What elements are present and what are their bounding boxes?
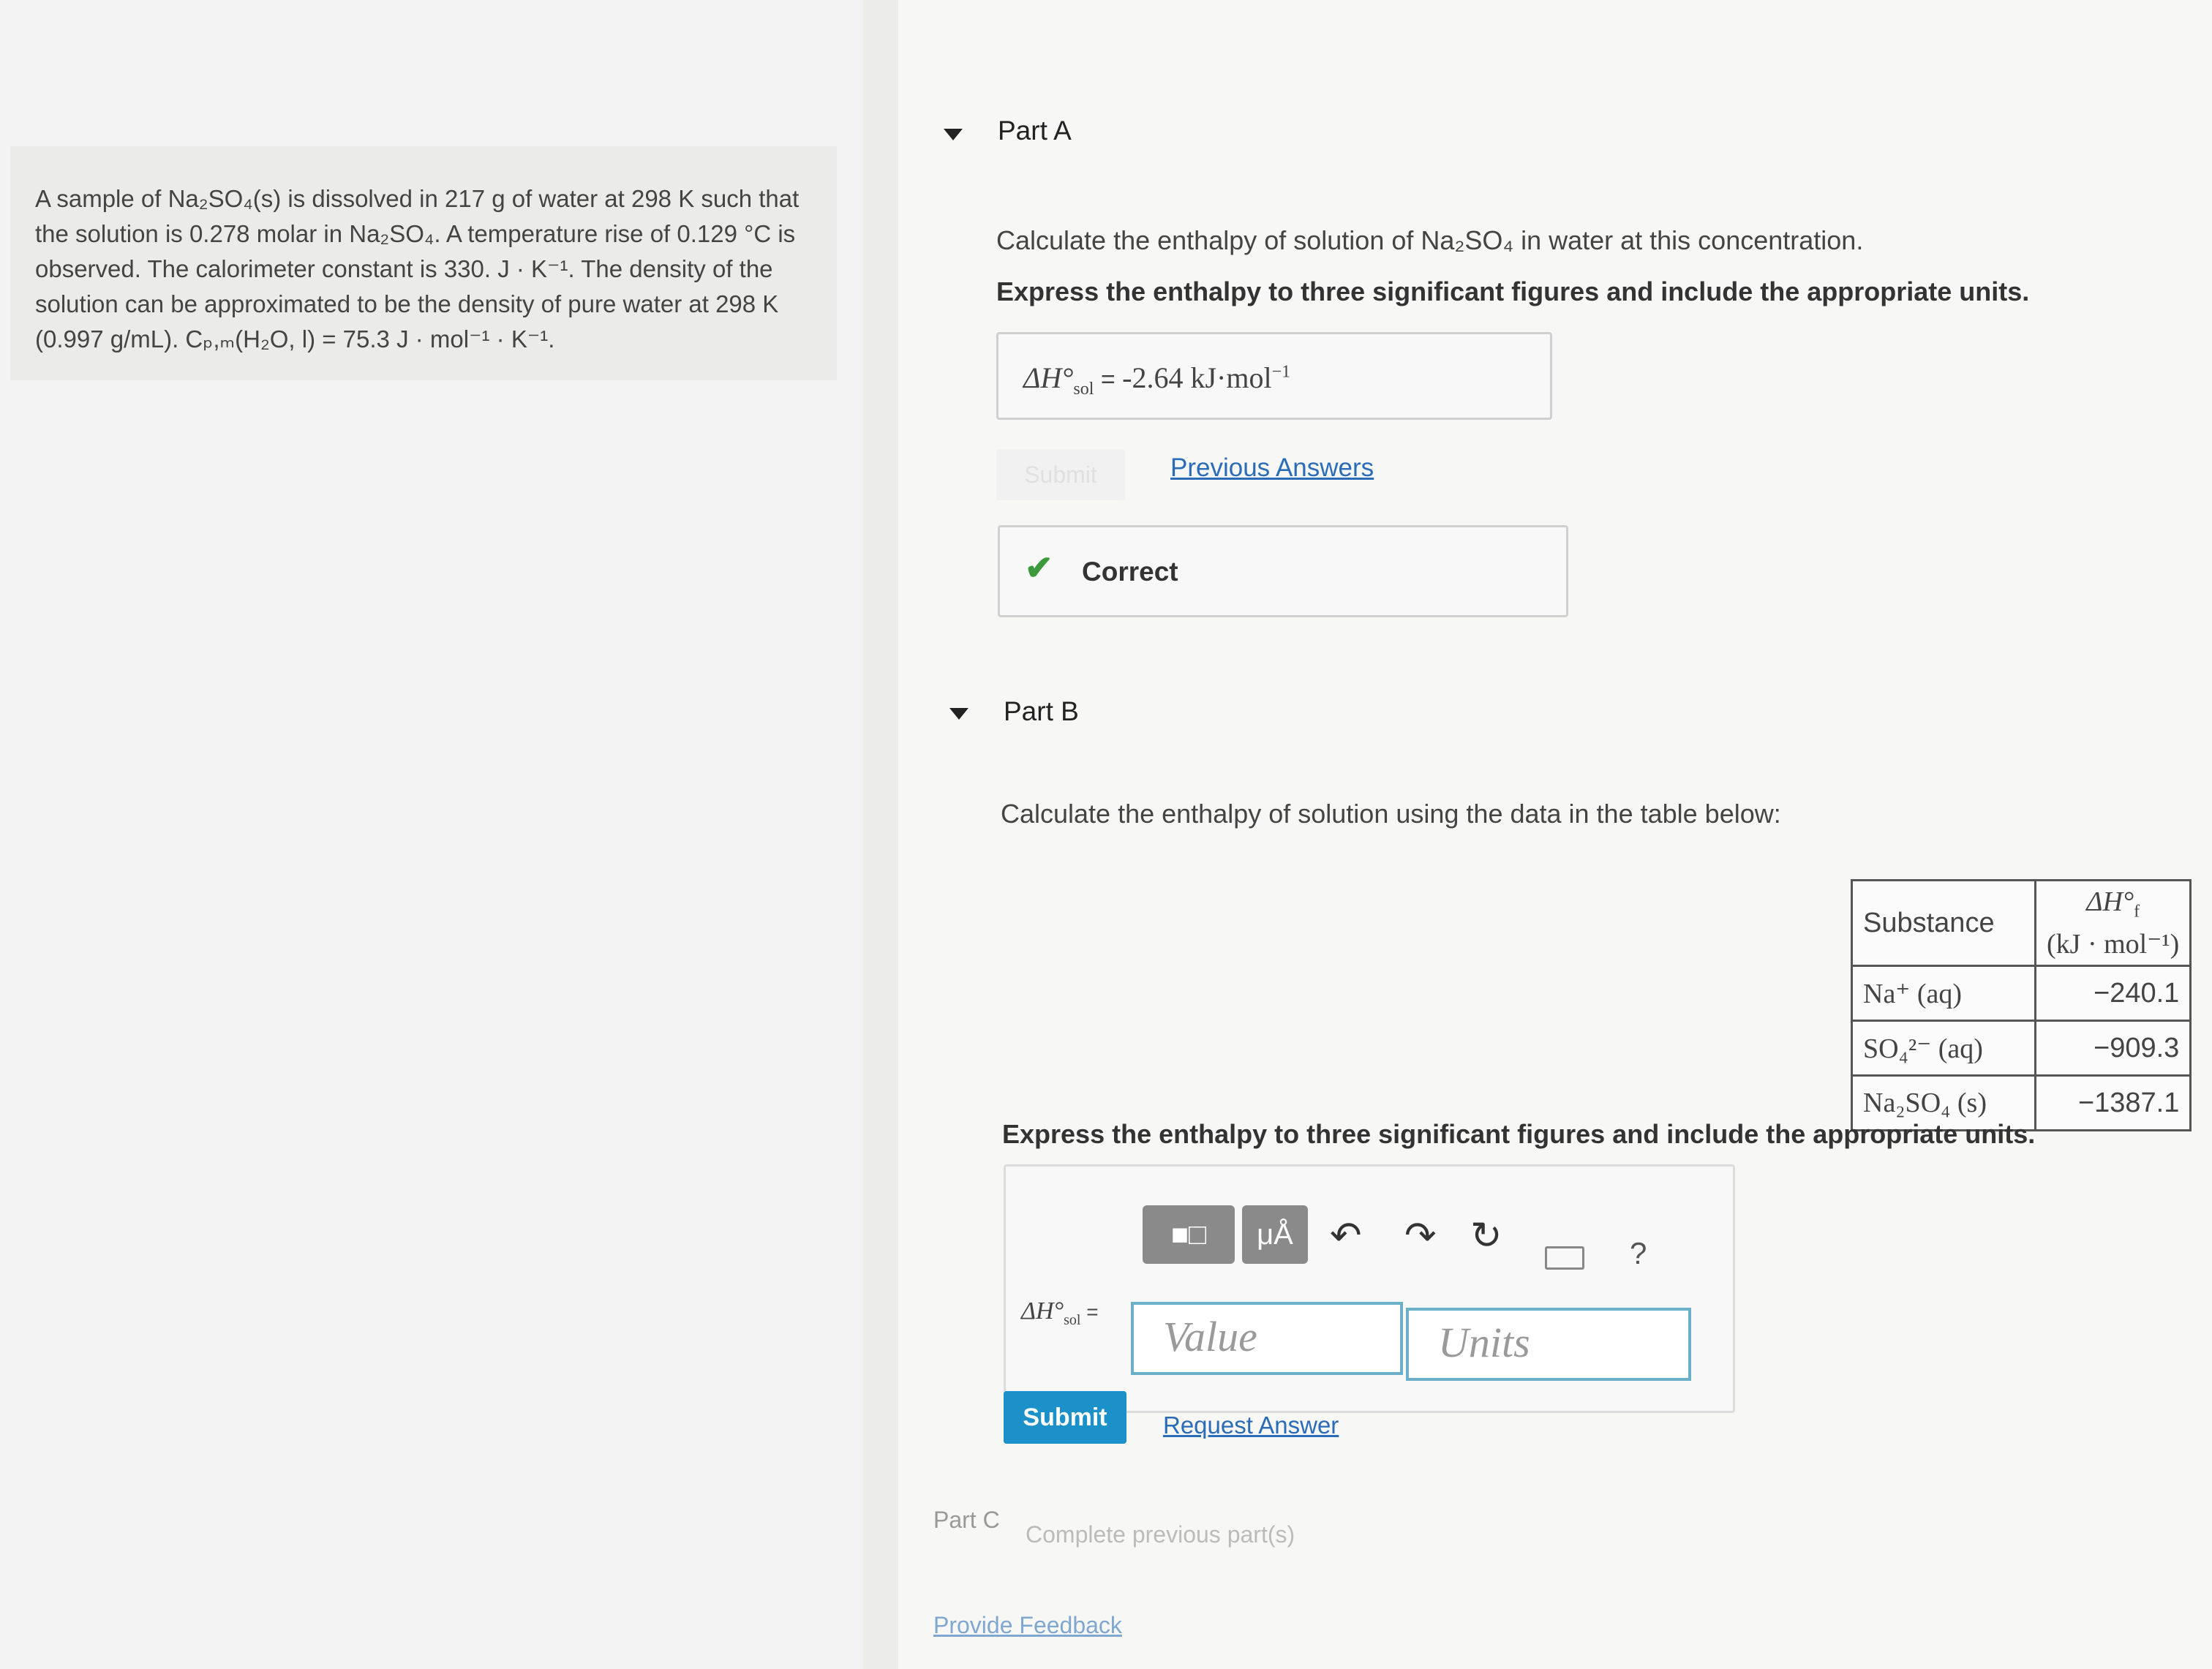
collapse-part-b-icon[interactable]: [949, 708, 968, 720]
input-equals: =: [1080, 1300, 1099, 1323]
part-a-answer: ΔH°sol = -2.64 kJ·mol−1: [1023, 361, 1290, 399]
problem-panel: A sample of Na₂SO₄(s) is dissolved in 21…: [0, 0, 863, 1669]
answer-value: -2.64 kJ·mol: [1122, 361, 1272, 394]
part-a-answer-box: ΔH°sol = -2.64 kJ·mol−1: [996, 332, 1552, 420]
redo-icon[interactable]: ↷: [1404, 1214, 1437, 1258]
keyboard-icon[interactable]: [1545, 1246, 1584, 1270]
header-dh-symbol: ΔH°: [2086, 886, 2134, 918]
part-b-question: Calculate the enthalpy of solution using…: [1001, 799, 1781, 829]
check-icon: ✔: [1025, 549, 1053, 587]
part-b-submit-button[interactable]: Submit: [1004, 1391, 1126, 1444]
correct-feedback-box: ✔ Correct: [998, 525, 1568, 617]
table-row: Na⁺ (aq) −240.1: [1851, 965, 2192, 1022]
undo-icon[interactable]: ↶: [1330, 1214, 1362, 1258]
problem-line: A sample of Na₂SO₄(s) is dissolved in 21…: [35, 185, 800, 212]
previous-answers-link[interactable]: Previous Answers: [1170, 453, 1374, 483]
header-units: (kJ · mol⁻¹): [2047, 928, 2180, 960]
provide-feedback-link[interactable]: Provide Feedback: [933, 1612, 1122, 1639]
feedback-text: Correct: [1082, 557, 1178, 587]
part-a-title[interactable]: Part A: [998, 116, 1072, 146]
part-c-label: Part C: [933, 1507, 1000, 1533]
units-input[interactable]: Units: [1406, 1308, 1691, 1381]
help-icon[interactable]: ?: [1630, 1236, 1647, 1271]
table-cell-substance: Na⁺ (aq): [1851, 965, 2036, 1022]
header-dh-subscript: f: [2134, 902, 2140, 922]
input-dh-symbol: ΔH°: [1021, 1297, 1064, 1325]
input-subscript: sol: [1064, 1311, 1081, 1328]
table-header-row: Substance ΔH°f (kJ · mol⁻¹): [1851, 879, 2192, 967]
templates-button[interactable]: ■□: [1143, 1205, 1235, 1264]
part-a-instruction: Express the enthalpy to three significan…: [996, 276, 2030, 306]
answer-exponent: −1: [1271, 362, 1291, 382]
part-b-input-label: ΔH°sol =: [1021, 1297, 1099, 1329]
table-cell-value: −1387.1: [2034, 1074, 2192, 1131]
problem-line: (0.997 g/mL). Cₚ,ₘ(H₂O, l) = 75.3 J · mo…: [35, 325, 555, 353]
request-answer-link[interactable]: Request Answer: [1163, 1412, 1339, 1439]
delta-h-symbol: ΔH°: [1023, 361, 1074, 394]
problem-statement: A sample of Na₂SO₄(s) is dissolved in 21…: [10, 146, 837, 380]
answer-equals: =: [1094, 366, 1123, 393]
part-c-status: Complete previous part(s): [1026, 1521, 1295, 1548]
value-input[interactable]: Value: [1131, 1302, 1403, 1375]
table-cell-value: −909.3: [2034, 1020, 2192, 1077]
problem-line: solution can be approximated to be the d…: [35, 290, 779, 317]
problem-line: observed. The calorimeter constant is 33…: [35, 255, 773, 282]
enthalpy-data-table: Substance ΔH°f (kJ · mol⁻¹) Na⁺ (aq) −24…: [1851, 879, 2192, 1131]
part-b-instruction: Express the enthalpy to three significan…: [1002, 1119, 2036, 1149]
table-cell-substance: SO₄²⁻ (aq): [1851, 1020, 2036, 1077]
part-b-title[interactable]: Part B: [1004, 696, 1079, 727]
part-a-question: Calculate the enthalpy of solution of Na…: [996, 225, 1864, 255]
table-cell-value: −240.1: [2034, 965, 2192, 1022]
units-button[interactable]: μÅ: [1242, 1205, 1308, 1264]
problem-line: the solution is 0.278 molar in Na₂SO₄. A…: [35, 220, 796, 247]
table-row: SO₄²⁻ (aq) −909.3: [1851, 1020, 2192, 1077]
answer-subscript: sol: [1073, 380, 1094, 399]
panel-divider: [863, 0, 898, 1669]
part-a-submit-button: Submit: [996, 449, 1125, 500]
header-enthalpy: ΔH°f (kJ · mol⁻¹): [2034, 879, 2192, 967]
collapse-part-a-icon[interactable]: [944, 129, 963, 140]
header-substance: Substance: [1851, 879, 2036, 967]
reset-icon[interactable]: ↻: [1470, 1214, 1502, 1258]
